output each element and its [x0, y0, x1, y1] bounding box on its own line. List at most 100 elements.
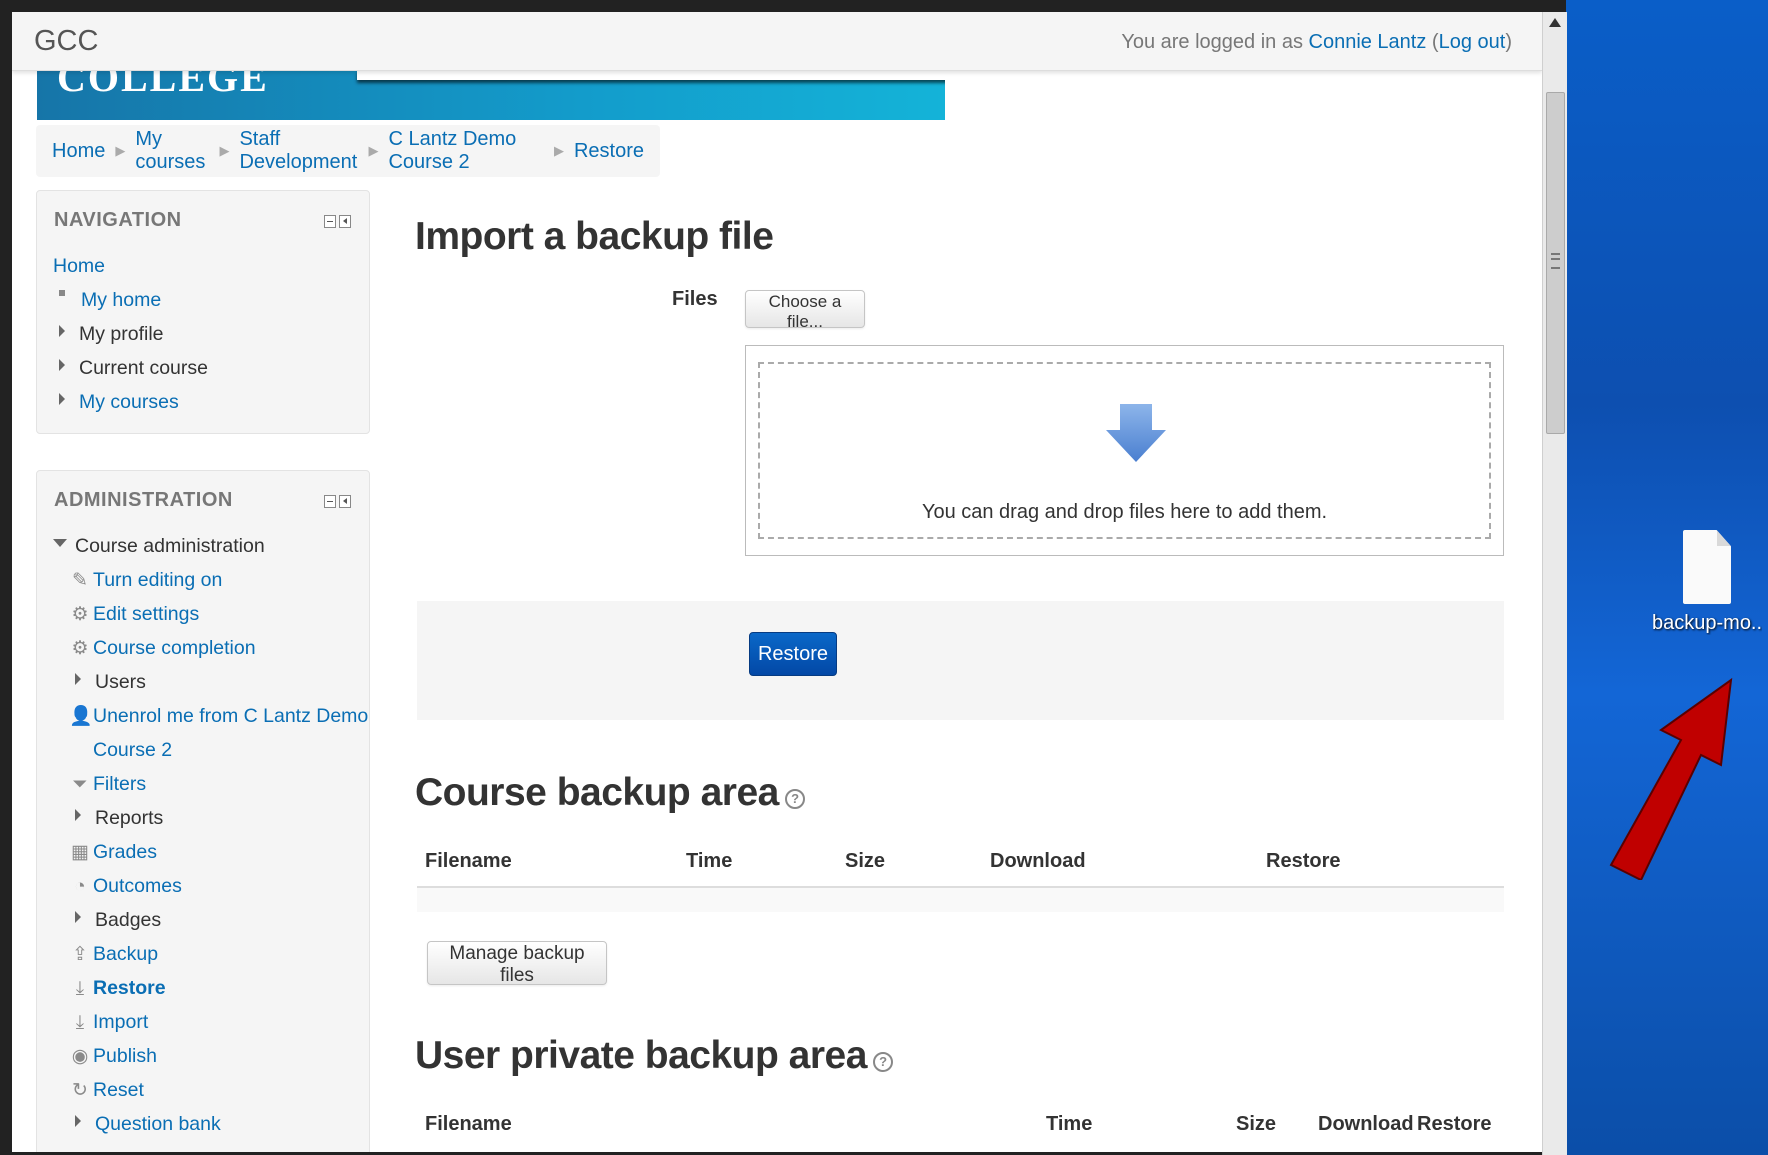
- grades-table-icon: ▦: [71, 842, 89, 863]
- help-icon[interactable]: ?: [872, 1051, 893, 1072]
- user-col-size: Size: [1236, 1113, 1277, 1135]
- admin-backup[interactable]: Backup: [93, 943, 158, 965]
- manage-backup-files-button[interactable]: Manage backup files: [427, 941, 607, 986]
- admin-edit-settings[interactable]: Edit settings: [93, 603, 199, 625]
- import-icon: ⤓: [75, 1012, 85, 1033]
- admin-grades[interactable]: Grades: [93, 841, 157, 863]
- admin-users[interactable]: Users: [95, 671, 146, 693]
- course-col-time: Time: [686, 850, 733, 872]
- file-drop-zone[interactable]: You can drag and drop files here to add …: [745, 345, 1504, 556]
- download-arrow-icon: [1106, 404, 1166, 462]
- nav-current-course[interactable]: Current course: [79, 357, 208, 379]
- nav-my-courses[interactable]: My courses: [79, 391, 179, 413]
- nav-my-profile[interactable]: My profile: [79, 323, 164, 345]
- expand-arrow-icon[interactable]: [59, 324, 65, 337]
- site-brand[interactable]: GCC: [34, 25, 98, 58]
- admin-unenrol-me-line2[interactable]: Course 2: [93, 739, 172, 761]
- admin-reports[interactable]: Reports: [95, 807, 163, 829]
- banner-logo-text: COLLEGE: [57, 70, 269, 100]
- form-actions: [417, 601, 1504, 720]
- user-private-backup-heading: User private backup area?: [415, 1034, 893, 1078]
- breadcrumb-separator-icon: ▶: [368, 143, 379, 158]
- course-col-restore: Restore: [1266, 850, 1341, 872]
- filter-icon: ⏷: [72, 774, 88, 795]
- expand-arrow-icon[interactable]: [75, 808, 81, 821]
- breadcrumb-restore[interactable]: Restore: [574, 140, 644, 163]
- desktop-backup-file[interactable]: backup-mo...: [1652, 530, 1762, 635]
- reset-icon: ↻: [72, 1080, 88, 1101]
- user-icon: 👤: [69, 706, 93, 727]
- breadcrumb-my-courses[interactable]: My courses: [135, 128, 209, 174]
- user-col-restore: Restore: [1417, 1113, 1492, 1135]
- dock-block-icon[interactable]: [339, 215, 351, 228]
- admin-publish[interactable]: Publish: [93, 1045, 157, 1067]
- breadcrumb-separator-icon: ▶: [553, 143, 564, 158]
- top-navbar: GCC You are logged in as Connie Lantz (L…: [12, 12, 1542, 71]
- upload-icon: ⇪: [72, 944, 88, 965]
- course-administration-node[interactable]: Course administration: [75, 535, 265, 557]
- expand-arrow-icon[interactable]: [59, 358, 65, 371]
- course-col-download: Download: [990, 850, 1086, 872]
- restore-button[interactable]: Restore: [749, 632, 837, 676]
- logout-link[interactable]: Log out: [1439, 31, 1506, 53]
- user-col-time: Time: [1046, 1113, 1093, 1135]
- scrollbar-thumb[interactable]: [1546, 92, 1565, 434]
- breadcrumb-separator-icon: ▶: [219, 143, 230, 158]
- drop-zone-text: You can drag and drop files here to add …: [921, 501, 1328, 523]
- admin-course-completion[interactable]: Course completion: [93, 637, 256, 659]
- navigation-block-title: NAVIGATION: [54, 209, 182, 231]
- gear-icon: ⚙: [71, 638, 89, 659]
- vertical-scrollbar[interactable]: [1542, 12, 1567, 1155]
- administration-block: ADMINISTRATION Course administration ✎ Tu…: [36, 470, 370, 1152]
- navigation-block: NAVIGATION Home My home My profile Curre…: [36, 190, 370, 434]
- course-backup-heading: Course backup area?: [415, 771, 805, 815]
- nav-my-home[interactable]: My home: [81, 289, 161, 311]
- user-name-link[interactable]: Connie Lantz: [1309, 31, 1427, 53]
- expand-arrow-icon[interactable]: [59, 392, 65, 405]
- breadcrumb-separator-icon: ▶: [115, 143, 126, 158]
- pencil-icon: ✎: [72, 570, 88, 591]
- nav-home-link[interactable]: Home: [53, 255, 105, 277]
- globe-icon: ◉: [71, 1046, 89, 1067]
- gear-icon: ⚙: [71, 604, 89, 625]
- expand-arrow-icon[interactable]: [75, 1114, 81, 1127]
- admin-reset[interactable]: Reset: [93, 1079, 144, 1101]
- breadcrumb-staff-development[interactable]: Staff Development: [239, 128, 358, 174]
- browser-window: GCC You are logged in as Connie Lantz (L…: [0, 0, 1567, 1155]
- course-col-size: Size: [845, 850, 886, 872]
- download-icon: ⤓: [75, 978, 85, 999]
- admin-unenrol-me[interactable]: Unenrol me from C Lantz Demo: [93, 705, 368, 727]
- collapse-arrow-icon[interactable]: [53, 538, 67, 547]
- admin-turn-editing-on[interactable]: Turn editing on: [93, 569, 222, 591]
- red-arrow-icon: [1609, 677, 1733, 880]
- breadcrumb: Home ▶ My courses ▶ Staff Development ▶ …: [36, 125, 660, 177]
- file-icon: [1683, 530, 1731, 604]
- breadcrumb-home[interactable]: Home: [52, 140, 105, 163]
- import-heading: Import a backup file: [415, 215, 774, 258]
- expand-arrow-icon[interactable]: [75, 672, 81, 685]
- breadcrumb-course[interactable]: C Lantz Demo Course 2: [388, 128, 544, 174]
- admin-outcomes[interactable]: Outcomes: [93, 875, 182, 897]
- choose-file-button[interactable]: Choose a file...: [745, 290, 865, 331]
- user-col-download: Download: [1318, 1113, 1414, 1135]
- administration-block-title: ADMINISTRATION: [54, 489, 233, 511]
- admin-import[interactable]: Import: [93, 1011, 148, 1033]
- scroll-up-arrow-icon[interactable]: [1549, 18, 1561, 27]
- outcomes-icon: ◔: [74, 876, 86, 897]
- user-col-filename: Filename: [425, 1113, 512, 1135]
- dock-block-icon[interactable]: [339, 495, 351, 508]
- site-header-banner: COLLEGE: [37, 70, 945, 120]
- admin-filters[interactable]: Filters: [93, 773, 146, 795]
- expand-arrow-icon[interactable]: [75, 910, 81, 923]
- desktop-file-label: backup-mo...: [1652, 612, 1762, 634]
- admin-badges[interactable]: Badges: [95, 909, 161, 931]
- collapse-block-icon[interactable]: [324, 215, 336, 228]
- admin-question-bank[interactable]: Question bank: [95, 1113, 221, 1135]
- admin-restore-current[interactable]: Restore: [93, 977, 166, 999]
- login-info: You are logged in as Connie Lantz (Log o…: [1121, 31, 1512, 53]
- empty-table-row: [417, 888, 1504, 912]
- help-icon[interactable]: ?: [784, 788, 805, 809]
- bullet-icon: [59, 289, 65, 296]
- files-label: Files: [672, 288, 718, 310]
- collapse-block-icon[interactable]: [324, 495, 336, 508]
